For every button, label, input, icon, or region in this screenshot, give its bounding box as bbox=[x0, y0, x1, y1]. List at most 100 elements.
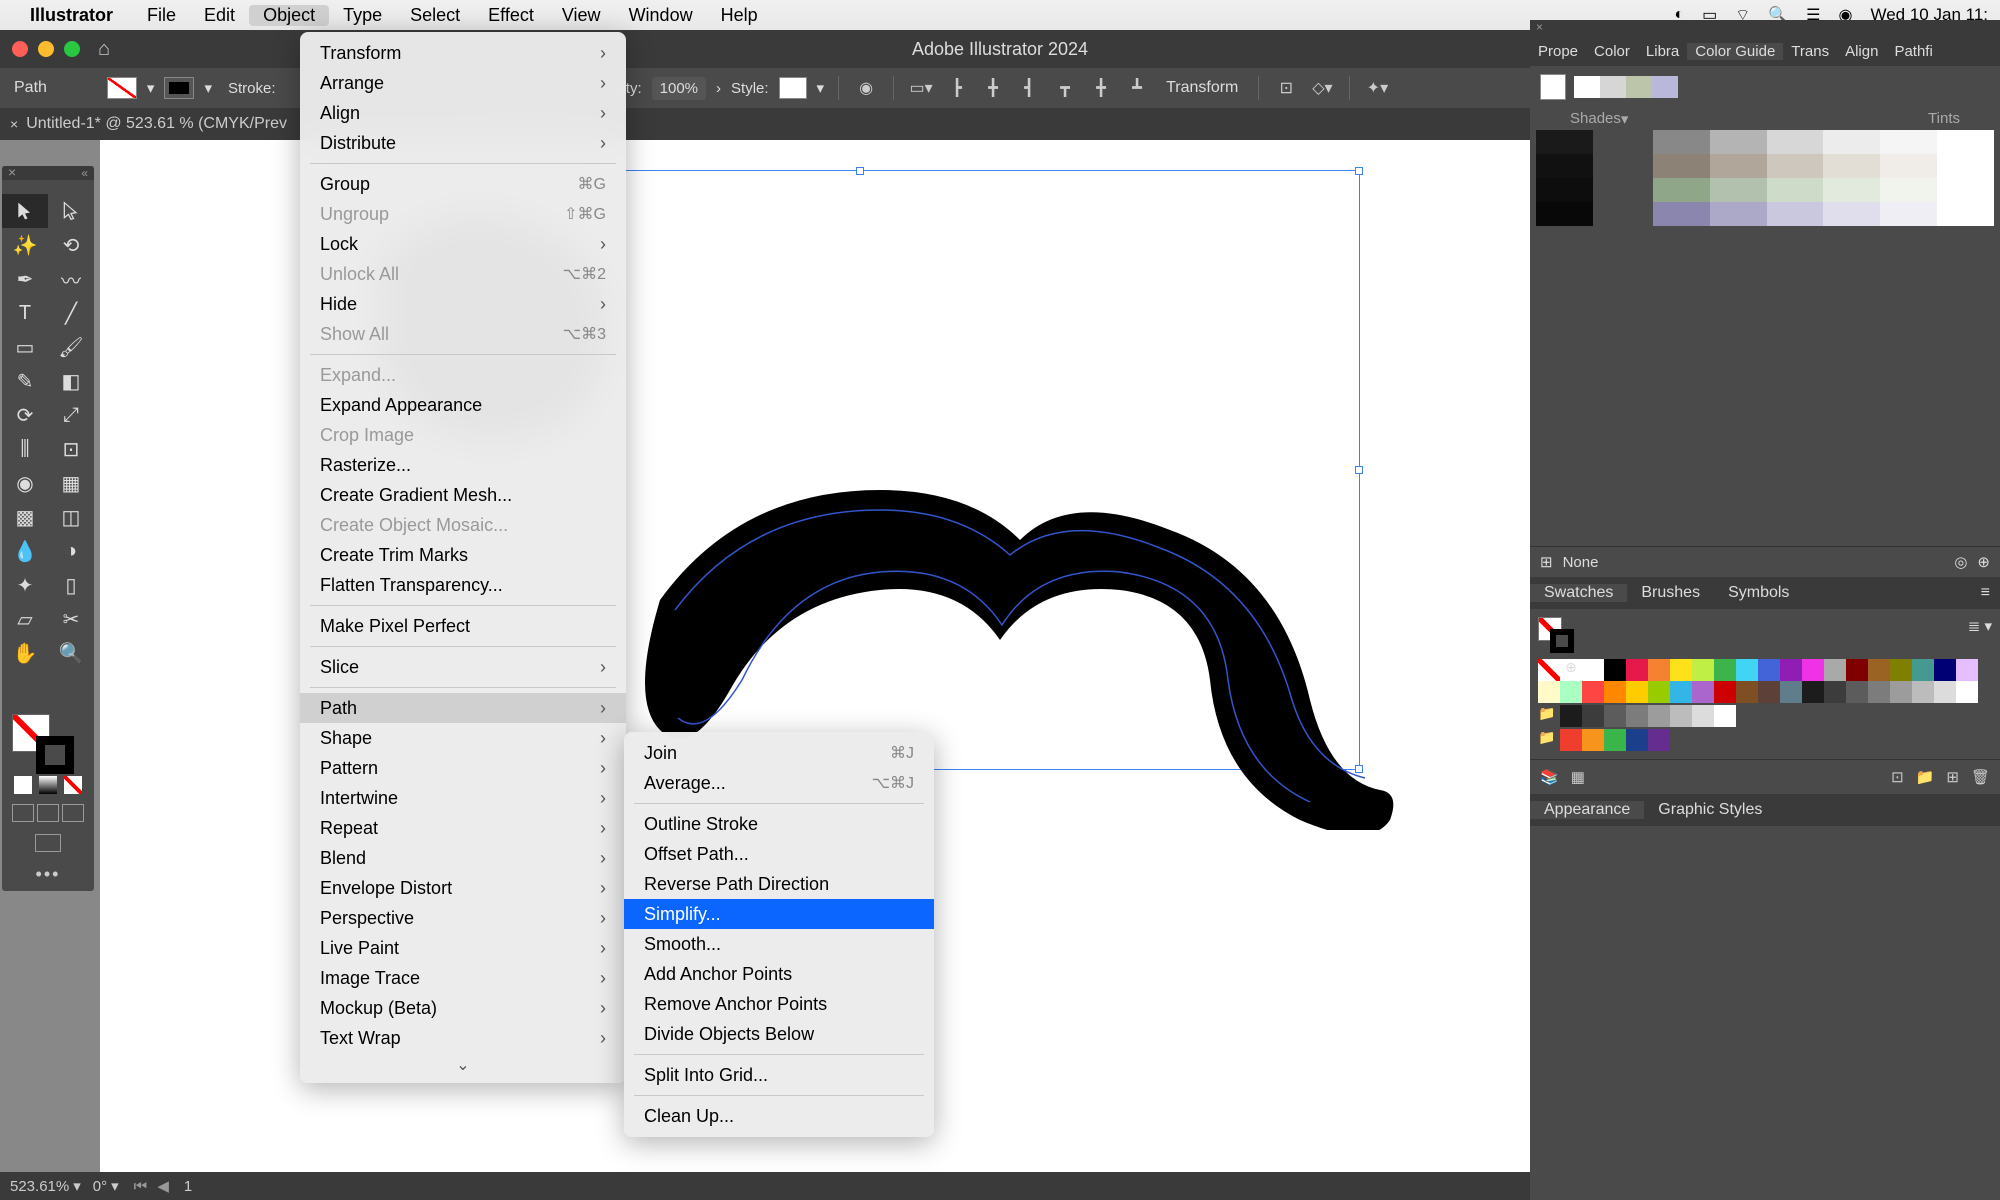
draw-behind[interactable] bbox=[37, 804, 59, 822]
app-name[interactable]: Illustrator bbox=[30, 5, 113, 26]
home-icon[interactable]: ⌂ bbox=[98, 38, 110, 61]
artboard-number[interactable]: 1 bbox=[184, 1178, 192, 1195]
menu-item[interactable]: Create Trim Marks bbox=[300, 540, 626, 570]
submenu-item[interactable]: Clean Up... bbox=[624, 1101, 934, 1131]
menu-item[interactable]: Perspective› bbox=[300, 903, 626, 933]
selection-tool[interactable] bbox=[2, 194, 48, 228]
menu-item[interactable]: Mockup (Beta)› bbox=[300, 993, 626, 1023]
menu-item[interactable]: Arrange› bbox=[300, 68, 626, 98]
blend-tool[interactable]: ◑ bbox=[48, 534, 94, 568]
new-swatch-icon[interactable]: ⊞ bbox=[1946, 768, 1959, 786]
pen-tool[interactable]: ✒ bbox=[2, 262, 48, 296]
screen-mode[interactable] bbox=[35, 834, 61, 852]
swatch-menu-icon[interactable]: ≡ bbox=[1967, 584, 2000, 602]
menu-item[interactable]: Path› bbox=[300, 693, 626, 723]
fill-stroke-control[interactable] bbox=[2, 708, 94, 772]
free-transform-tool[interactable]: ⊡ bbox=[48, 432, 94, 466]
menu-help[interactable]: Help bbox=[707, 5, 772, 26]
grid-icon[interactable]: ⊞ bbox=[1540, 553, 1553, 571]
new-color-group-icon[interactable]: 📁 bbox=[1916, 768, 1935, 786]
tab-pathfinder[interactable]: Pathfi bbox=[1886, 43, 1940, 60]
align-right-icon[interactable]: ┫ bbox=[1016, 75, 1042, 101]
submenu-item[interactable]: Reverse Path Direction bbox=[624, 869, 934, 899]
tab-graphic-styles[interactable]: Graphic Styles bbox=[1644, 801, 1776, 819]
color-mode-none[interactable] bbox=[64, 776, 82, 794]
edit-colors-icon[interactable]: ⊕ bbox=[1977, 553, 1990, 571]
scroll-down-arrow[interactable]: ⌄ bbox=[300, 1053, 626, 1077]
draw-normal[interactable] bbox=[12, 804, 34, 822]
edit-toolbar[interactable]: ••• bbox=[2, 858, 94, 891]
menu-select[interactable]: Select bbox=[396, 5, 474, 26]
menu-item[interactable]: Flatten Transparency... bbox=[300, 570, 626, 600]
submenu-item[interactable]: Split Into Grid... bbox=[624, 1060, 934, 1090]
menu-effect[interactable]: Effect bbox=[474, 5, 548, 26]
limit-icon[interactable]: ◎ bbox=[1954, 553, 1967, 571]
menu-item[interactable]: Align› bbox=[300, 98, 626, 128]
magic-wand-tool[interactable]: ✨ bbox=[2, 228, 48, 262]
fill-dropdown[interactable]: ▾ bbox=[147, 79, 155, 97]
prev-artboard-icon[interactable]: ◀ bbox=[154, 1178, 172, 1195]
menu-item[interactable]: Envelope Distort› bbox=[300, 873, 626, 903]
draw-inside[interactable] bbox=[62, 804, 84, 822]
menu-object[interactable]: Object bbox=[249, 5, 329, 26]
submenu-item[interactable]: Divide Objects Below bbox=[624, 1019, 934, 1049]
recolor-icon[interactable]: ◉ bbox=[853, 75, 879, 101]
menu-item[interactable]: Shape› bbox=[300, 723, 626, 753]
align-left-icon[interactable]: ┣ bbox=[944, 75, 970, 101]
submenu-item[interactable]: Add Anchor Points bbox=[624, 959, 934, 989]
swatch-options-icon[interactable]: ⊡ bbox=[1891, 768, 1904, 786]
align-vcenter-icon[interactable]: ╋ bbox=[1088, 75, 1114, 101]
menu-item[interactable]: Text Wrap› bbox=[300, 1023, 626, 1053]
menu-item[interactable]: Image Trace› bbox=[300, 963, 626, 993]
base-color-swatch[interactable] bbox=[1540, 74, 1566, 100]
paintbrush-tool[interactable]: 🖌 bbox=[48, 330, 94, 364]
maximize-window[interactable] bbox=[64, 41, 80, 57]
zoom-tool[interactable]: 🔍 bbox=[48, 636, 94, 670]
style-dropdown[interactable]: ▾ bbox=[817, 79, 825, 97]
tab-align[interactable]: Align bbox=[1837, 43, 1886, 60]
transform-label[interactable]: Transform bbox=[1166, 79, 1238, 97]
menu-file[interactable]: File bbox=[133, 5, 190, 26]
minimize-window[interactable] bbox=[38, 41, 54, 57]
menu-item[interactable]: Blend› bbox=[300, 843, 626, 873]
swatch-grid-gray[interactable]: 📁 bbox=[1538, 705, 1992, 727]
swatch-libraries-icon[interactable]: 📚 bbox=[1540, 768, 1559, 786]
direct-selection-tool[interactable] bbox=[48, 194, 94, 228]
menu-edit[interactable]: Edit bbox=[190, 5, 249, 26]
tools-drag-handle[interactable]: « bbox=[2, 166, 94, 180]
menu-item[interactable]: Transform› bbox=[300, 38, 626, 68]
menu-item[interactable]: Repeat› bbox=[300, 813, 626, 843]
stroke-box[interactable] bbox=[36, 736, 74, 774]
hand-tool[interactable]: ✋ bbox=[2, 636, 48, 670]
menu-item[interactable]: Make Pixel Perfect bbox=[300, 611, 626, 641]
submenu-item[interactable]: Outline Stroke bbox=[624, 809, 934, 839]
align-bottom-icon[interactable]: ┻ bbox=[1124, 75, 1150, 101]
opacity-dropdown[interactable]: › bbox=[716, 80, 721, 97]
align-selector[interactable]: ▭▾ bbox=[908, 75, 934, 101]
menu-type[interactable]: Type bbox=[329, 5, 396, 26]
width-tool[interactable]: ⫼ bbox=[2, 432, 48, 466]
curvature-tool[interactable]: 〰 bbox=[48, 262, 94, 296]
delete-swatch-icon[interactable]: 🗑 bbox=[1971, 768, 1990, 786]
artboard-tool[interactable]: ▱ bbox=[2, 602, 48, 636]
perspective-tool[interactable]: ▦ bbox=[48, 466, 94, 500]
tab-swatches[interactable]: Swatches bbox=[1530, 584, 1627, 602]
menu-view[interactable]: View bbox=[548, 5, 615, 26]
submenu-item[interactable]: Average...⌥⌘J bbox=[624, 768, 934, 798]
submenu-item[interactable]: Remove Anchor Points bbox=[624, 989, 934, 1019]
align-hcenter-icon[interactable]: ╋ bbox=[980, 75, 1006, 101]
shaper-tool[interactable]: ✎ bbox=[2, 364, 48, 398]
menu-item[interactable]: Live Paint› bbox=[300, 933, 626, 963]
tab-transform[interactable]: Trans bbox=[1783, 43, 1837, 60]
eyedropper-tool[interactable]: 💧 bbox=[2, 534, 48, 568]
stroke-swatch[interactable] bbox=[164, 77, 194, 99]
rotate-tool[interactable]: ⟳ bbox=[2, 398, 48, 432]
tab-appearance[interactable]: Appearance bbox=[1530, 801, 1644, 819]
line-tool[interactable]: ╱ bbox=[48, 296, 94, 330]
menu-item[interactable]: Rasterize... bbox=[300, 450, 626, 480]
tab-brushes[interactable]: Brushes bbox=[1627, 584, 1714, 602]
gradient-tool[interactable]: ◫ bbox=[48, 500, 94, 534]
rotation-field[interactable]: 0° ▾ bbox=[93, 1177, 119, 1195]
style-swatch[interactable] bbox=[779, 77, 807, 99]
color-mode-solid[interactable] bbox=[14, 776, 32, 794]
